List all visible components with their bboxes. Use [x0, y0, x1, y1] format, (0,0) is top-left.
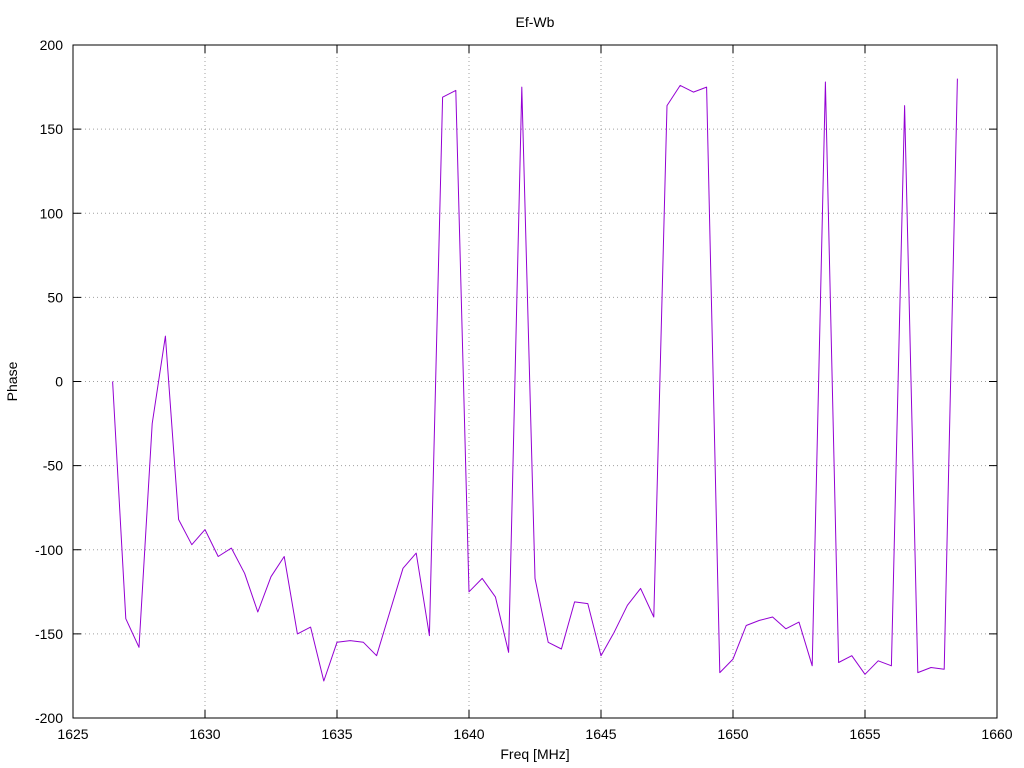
x-tick-label: 1630 [189, 726, 220, 742]
chart-background [0, 0, 1024, 768]
phase-chart: 1625 1630 1635 1640 1645 1650 1655 1660 -200 -150… [0, 0, 1024, 768]
x-tick-label: 1645 [585, 726, 616, 742]
y-tick-label: -200 [35, 710, 63, 726]
x-tick-label: 1650 [717, 726, 748, 742]
y-tick-label: 0 [55, 374, 63, 390]
y-tick-label: 50 [47, 289, 63, 305]
x-tick-label: 1625 [57, 726, 88, 742]
y-tick-label: 100 [40, 205, 64, 221]
x-tick-label: 1640 [453, 726, 484, 742]
y-tick-label: 150 [40, 121, 64, 137]
y-axis-label: Phase [4, 361, 20, 401]
x-tick-label: 1635 [321, 726, 352, 742]
chart-title: Ef-Wb [516, 14, 555, 30]
y-tick-label: -150 [35, 626, 63, 642]
x-axis-label: Freq [MHz] [500, 746, 569, 762]
x-tick-label: 1655 [849, 726, 880, 742]
y-tick-label: 200 [40, 37, 64, 53]
x-tick-label: 1660 [981, 726, 1012, 742]
y-tick-label: -100 [35, 542, 63, 558]
y-tick-label: -50 [43, 458, 63, 474]
